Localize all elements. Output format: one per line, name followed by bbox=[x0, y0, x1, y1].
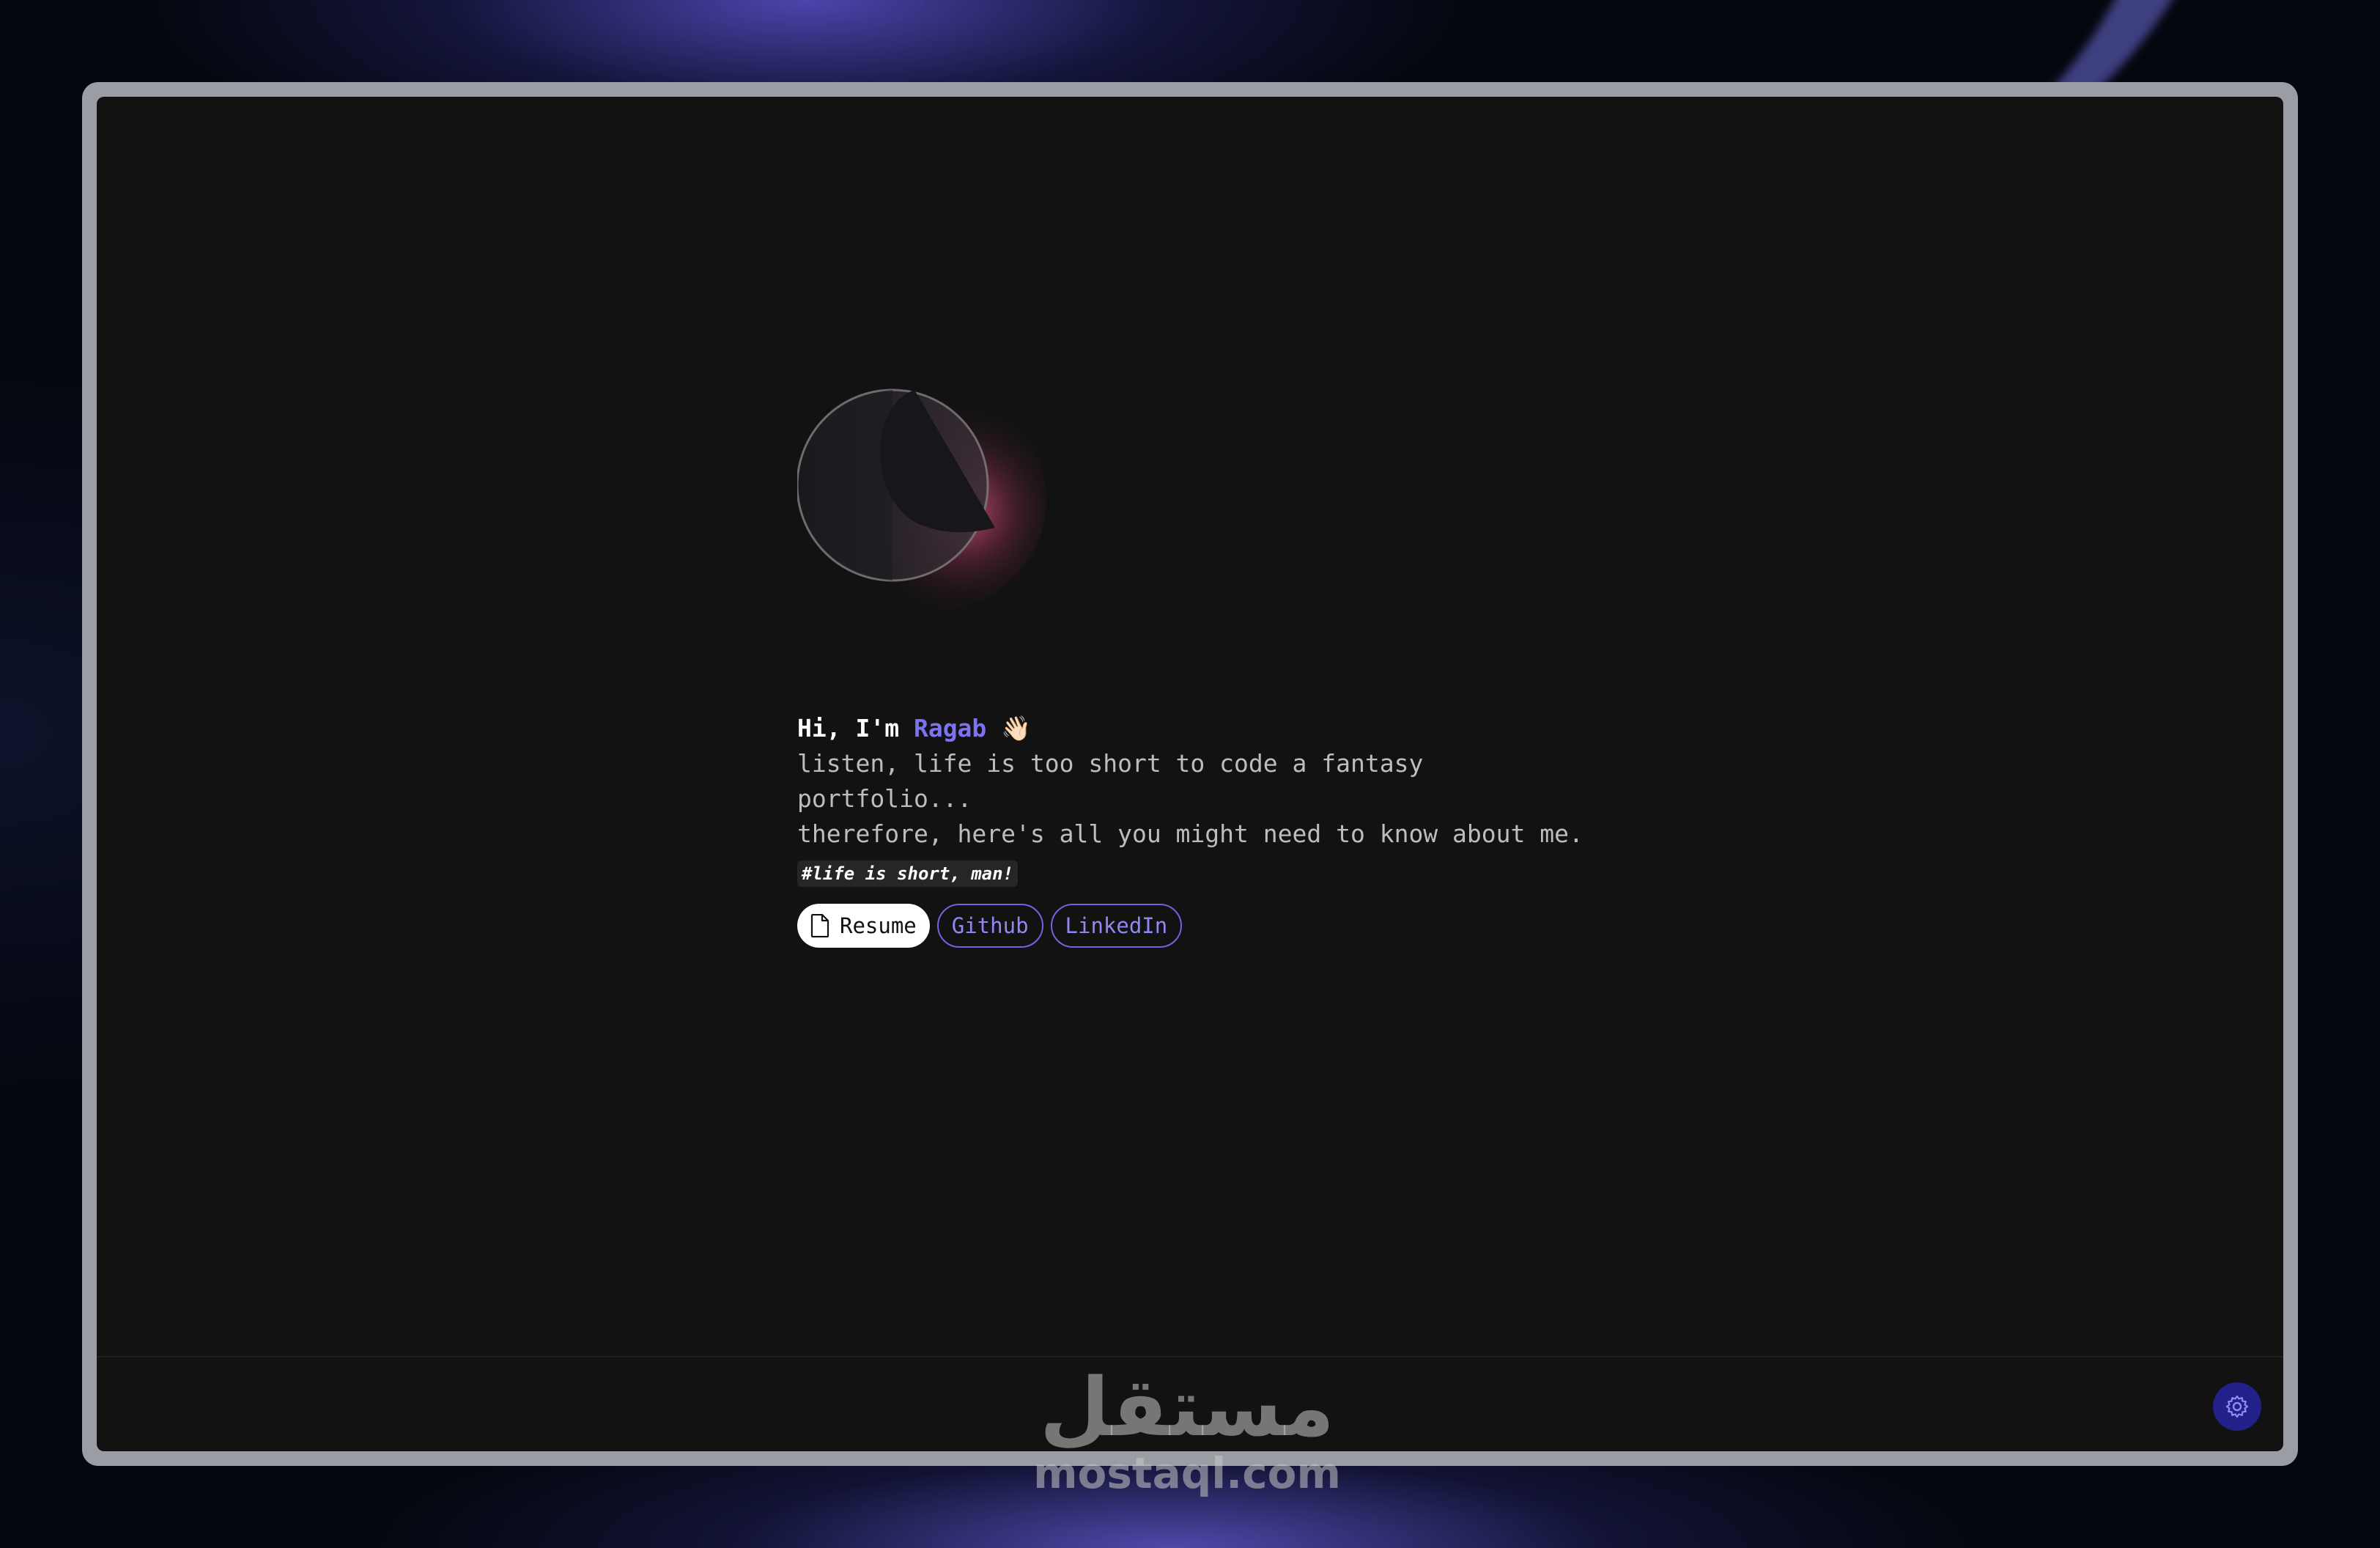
github-button[interactable]: Github bbox=[936, 904, 1043, 948]
footer-divider bbox=[97, 1356, 2283, 1357]
link-buttons: Resume Github LinkedIn bbox=[797, 904, 1677, 948]
resume-button[interactable]: Resume bbox=[797, 904, 930, 948]
settings-button[interactable] bbox=[2213, 1382, 2261, 1431]
resume-label: Resume bbox=[840, 913, 917, 938]
intro-text: Hi, I'm Ragab 👋🏻 listen, life is too sho… bbox=[797, 711, 1677, 948]
document-icon bbox=[810, 914, 829, 937]
description-line-2: portfolio... bbox=[797, 784, 972, 813]
linkedin-button[interactable]: LinkedIn bbox=[1050, 904, 1183, 948]
greeting-prefix: Hi, I'm bbox=[797, 714, 914, 742]
logo-icon bbox=[797, 388, 1046, 610]
github-label: Github bbox=[951, 913, 1029, 938]
linkedin-label: LinkedIn bbox=[1065, 913, 1168, 938]
owner-name: Ragab bbox=[913, 714, 987, 742]
greeting: Hi, I'm Ragab 👋🏻 bbox=[797, 711, 1677, 746]
gear-icon bbox=[2225, 1395, 2249, 1418]
hashtag-badge: #life is short, man! bbox=[797, 860, 1018, 887]
description-line-3: therefore, here's all you might need to … bbox=[797, 819, 1583, 848]
portfolio-screen: Hi, I'm Ragab 👋🏻 listen, life is too sho… bbox=[97, 97, 2283, 1451]
wave-icon: 👋🏻 bbox=[1001, 714, 1032, 742]
description-line-1: listen, life is too short to code a fant… bbox=[797, 749, 1424, 778]
